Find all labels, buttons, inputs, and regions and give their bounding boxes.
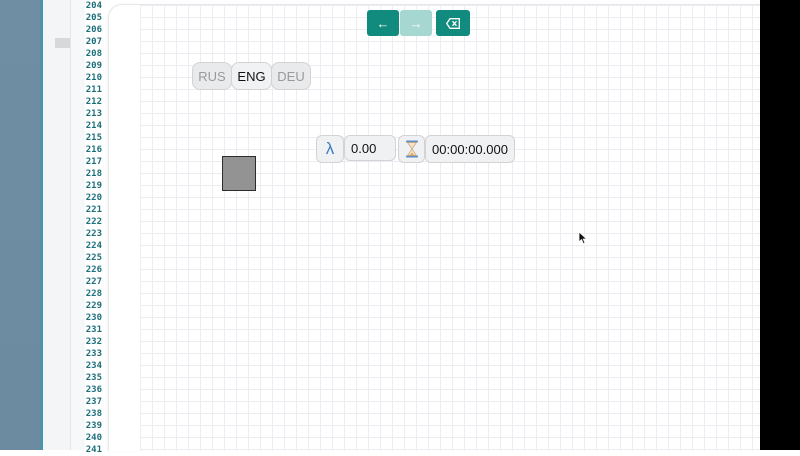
- line-number: 234: [85, 361, 102, 371]
- line-number: 209: [85, 61, 102, 71]
- lambda-icon[interactable]: λ: [316, 135, 344, 163]
- line-number: 210: [85, 73, 102, 83]
- gutter: [43, 0, 70, 450]
- canvas-panel-edge: [108, 4, 141, 451]
- line-number: 211: [85, 85, 102, 95]
- line-number: 229: [85, 301, 102, 311]
- undo-back-button[interactable]: ←: [367, 10, 399, 36]
- line-number: 220: [85, 193, 102, 203]
- sidebar-strip: [0, 0, 43, 450]
- line-number: 215: [85, 133, 102, 143]
- line-number: 238: [85, 409, 102, 419]
- line-numbers: 204 205 206 207 208 209 210 211 212 213 214 215 216 2…: [70, 0, 102, 455]
- line-number: 208: [85, 49, 102, 59]
- line-number: 219: [85, 181, 102, 191]
- line-number: 217: [85, 157, 102, 167]
- line-number: 241: [85, 445, 102, 455]
- lambda-value-field[interactable]: 0.00: [344, 135, 396, 161]
- line-number: 235: [85, 373, 102, 383]
- line-number: 222: [85, 217, 102, 227]
- line-number: 205: [85, 13, 102, 23]
- line-number: 225: [85, 253, 102, 263]
- gutter-scroll-marker[interactable]: [55, 38, 70, 48]
- mouse-cursor-icon: [578, 231, 588, 245]
- line-number: 226: [85, 265, 102, 275]
- line-number: 207: [85, 37, 102, 47]
- clear-backspace-button[interactable]: [436, 10, 470, 36]
- line-number: 239: [85, 421, 102, 431]
- line-number: 214: [85, 121, 102, 131]
- line-number: 221: [85, 205, 102, 215]
- line-number: 233: [85, 349, 102, 359]
- line-number: 216: [85, 145, 102, 155]
- line-number: 232: [85, 337, 102, 347]
- line-number: 224: [85, 241, 102, 251]
- line-number: 204: [85, 1, 102, 11]
- line-number: 213: [85, 109, 102, 119]
- backspace-icon: [446, 17, 460, 29]
- line-number: 237: [85, 397, 102, 407]
- line-number: 240: [85, 433, 102, 443]
- line-number: 212: [85, 97, 102, 107]
- hourglass-icon[interactable]: [398, 135, 425, 163]
- timer-display: 00:00:00.000: [425, 135, 515, 163]
- line-number: 236: [85, 385, 102, 395]
- lang-deu-button[interactable]: DEU: [271, 62, 311, 90]
- gray-square-shape[interactable]: [222, 156, 256, 191]
- line-number: 223: [85, 229, 102, 239]
- redo-forward-button[interactable]: →: [400, 10, 432, 36]
- line-number: 230: [85, 313, 102, 323]
- line-number: 227: [85, 277, 102, 287]
- lang-rus-button[interactable]: RUS: [192, 62, 232, 90]
- lang-eng-button[interactable]: ENG: [231, 62, 272, 90]
- line-number: 218: [85, 169, 102, 179]
- line-number: 228: [85, 289, 102, 299]
- line-number: 231: [85, 325, 102, 335]
- window-edge: [760, 0, 800, 450]
- hourglass-icon-glyph: [405, 140, 418, 158]
- line-number: 206: [85, 25, 102, 35]
